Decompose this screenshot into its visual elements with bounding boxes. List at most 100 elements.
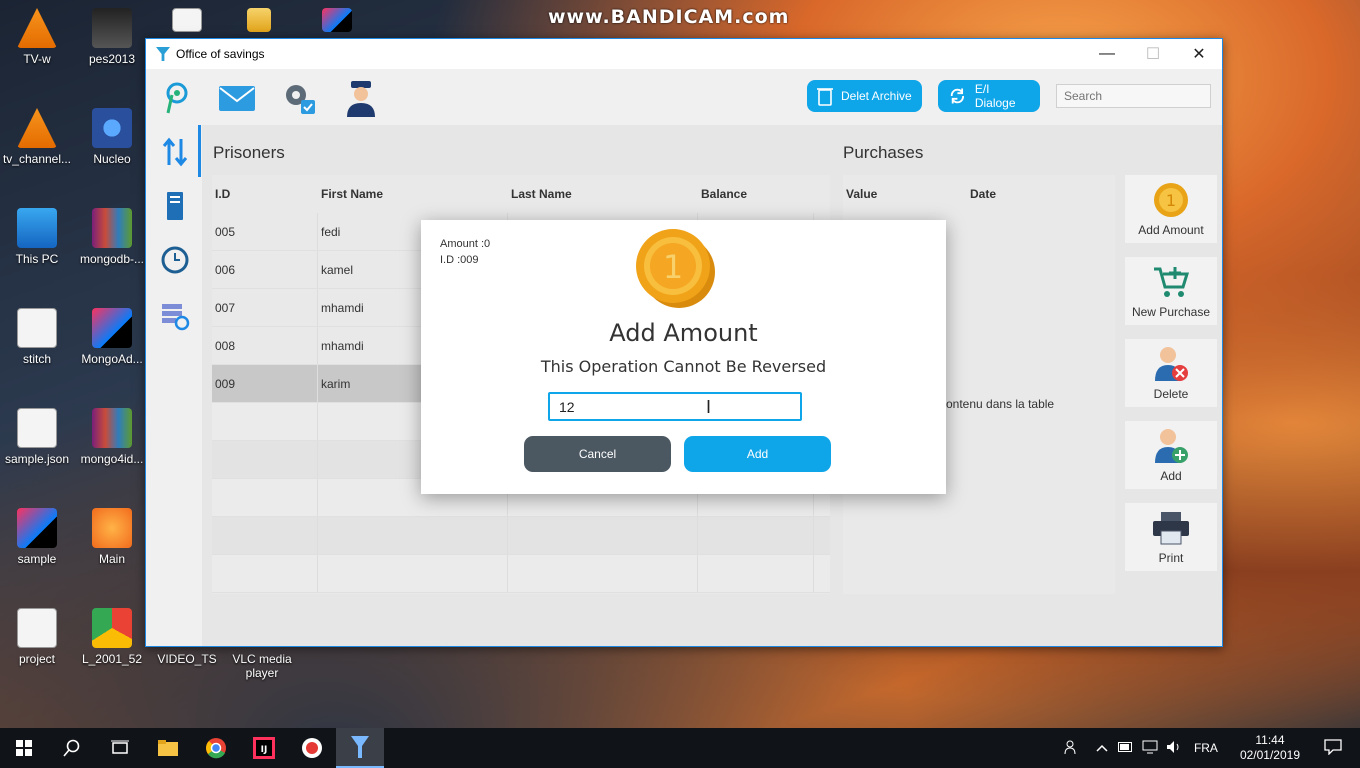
search-taskbar-button[interactable] <box>48 728 96 768</box>
column-header-first-name[interactable]: First Name <box>318 175 508 213</box>
chevron-up-icon[interactable] <box>1090 741 1114 755</box>
office-of-savings-taskbar[interactable] <box>336 728 384 768</box>
file-explorer-taskbar[interactable] <box>144 728 192 768</box>
amount-info: Amount :0 <box>440 238 491 250</box>
desktop-icon-mongoad[interactable]: MongoAd... <box>75 308 149 366</box>
column-header-balance[interactable]: Balance <box>698 175 814 213</box>
coin-digit: 1 <box>663 248 683 286</box>
cancel-button[interactable]: Cancel <box>524 436 671 472</box>
desktop-icon-label: Main <box>98 552 125 566</box>
winrar-icon <box>92 408 132 448</box>
add-amount-button[interactable]: 1 Add Amount <box>1125 175 1217 243</box>
desktop-icon-label: pes2013 <box>88 52 136 66</box>
network-icon[interactable] <box>1138 740 1162 757</box>
chrome-icon <box>92 608 132 648</box>
bandicam-taskbar[interactable] <box>288 728 336 768</box>
vlc-icon <box>17 108 57 148</box>
table-header: I.D First Name Last Name Balance <box>212 175 830 213</box>
desktop-icon-mongo4id[interactable]: mongo4id... <box>75 408 149 466</box>
id-info: I.D :009 <box>440 254 479 266</box>
start-button[interactable] <box>0 728 48 768</box>
svg-text:1: 1 <box>1166 191 1176 210</box>
desktop-icon-label: sample.json <box>4 452 70 466</box>
purchases-title: Purchases <box>843 143 924 162</box>
column-header-id[interactable]: I.D <box>212 175 318 213</box>
delete-archive-button[interactable]: Delet Archive <box>807 80 922 112</box>
column-header-value[interactable]: Value <box>843 187 967 201</box>
desktop-icon-stitch[interactable]: stitch <box>0 308 74 366</box>
settings-gear-icon[interactable] <box>280 79 318 117</box>
text-cursor-icon: I <box>706 397 712 417</box>
print-button[interactable]: Print <box>1125 503 1217 571</box>
desktop-icon-label: L_2001_52 <box>81 652 143 666</box>
history-clock-icon[interactable] <box>160 245 190 275</box>
print-label: Print <box>1158 551 1184 565</box>
add-submit-button[interactable]: Add <box>684 436 831 472</box>
folder-icon <box>158 740 178 756</box>
desktop-icon-label: TV-w <box>23 52 51 66</box>
ei-dialoge-label: E/I Dialoge <box>974 82 1016 110</box>
desktop-icon-label: tv_channel... <box>2 152 72 166</box>
desktop-icon-sample-json[interactable]: sample.json <box>0 408 74 466</box>
column-header-last-name[interactable]: Last Name <box>508 175 698 213</box>
desktop-icon-folder[interactable] <box>222 8 296 36</box>
task-view-button[interactable] <box>96 728 144 768</box>
desktop-icon-label: stitch <box>22 352 51 366</box>
close-button[interactable]: ✕ <box>1176 39 1222 69</box>
add-button[interactable]: Add <box>1125 421 1217 489</box>
clock[interactable]: 11:44 02/01/2019 <box>1226 733 1312 763</box>
desktop-icon-project[interactable]: project <box>0 608 74 666</box>
app-brand-icon[interactable] <box>158 79 196 117</box>
database-icon[interactable] <box>160 191 190 221</box>
desktop-icon-tv-channel[interactable]: tv_channel... <box>0 108 74 166</box>
new-purchase-button[interactable]: New Purchase <box>1125 257 1217 325</box>
desktop-icon-tv-w[interactable]: TV-w <box>0 8 74 66</box>
desktop-icon-video-ts[interactable]: VIDEO_TS <box>150 652 224 666</box>
desktop-icon-nucleo[interactable]: Nucleo <box>75 108 149 166</box>
desktop-icon-intellij[interactable] <box>300 8 374 36</box>
pes-icon <box>92 8 132 48</box>
desktop-icon-l2001[interactable]: L_2001_52 <box>75 608 149 666</box>
mail-icon[interactable] <box>218 79 256 117</box>
folder-icon <box>247 8 271 32</box>
desktop-icon-sample[interactable]: sample <box>0 508 74 566</box>
maximize-button[interactable]: ☐ <box>1130 39 1176 69</box>
column-header-date[interactable]: Date <box>967 187 1107 201</box>
battery-icon[interactable] <box>1114 741 1138 755</box>
desktop-icon-pes2013[interactable]: pes2013 <box>75 8 149 66</box>
desktop-icon-vlc-media-player[interactable]: VLC media player <box>225 652 299 680</box>
add-amount-dialog: Amount :0 I.D :009 1 Add Amount This Ope… <box>421 220 946 494</box>
people-icon[interactable] <box>1054 739 1090 758</box>
amount-input[interactable] <box>548 392 802 421</box>
trash-icon <box>817 88 833 106</box>
title-bar: Office of savings — ☐ ✕ <box>146 39 1222 69</box>
file-icon <box>17 608 57 648</box>
desktop-icon-label: Nucleo <box>93 152 131 166</box>
chrome-taskbar[interactable] <box>192 728 240 768</box>
delete-button[interactable]: Delete <box>1125 339 1217 407</box>
ei-dialoge-button[interactable]: E/I Dialoge <box>938 80 1040 112</box>
database-restore-icon[interactable] <box>160 301 190 331</box>
winrar-icon <box>92 208 132 248</box>
notifications-icon[interactable] <box>1312 738 1360 758</box>
intellij-taskbar[interactable]: IJ <box>240 728 288 768</box>
desktop-icon-label: sample <box>17 552 57 566</box>
cell-id: 008 <box>212 327 318 364</box>
desktop-icon-mongodb[interactable]: mongodb-... <box>75 208 149 266</box>
desktop-icon-label: This PC <box>15 252 59 266</box>
desktop-icon-this-pc[interactable]: This PC <box>0 208 74 266</box>
desktop-icon-main[interactable]: Main <box>75 508 149 566</box>
printer-icon <box>1152 509 1190 547</box>
transfer-arrows-icon[interactable] <box>160 137 190 167</box>
desktop-icon-document[interactable] <box>150 8 224 36</box>
intellij-icon <box>92 308 132 348</box>
volume-icon[interactable] <box>1162 740 1186 757</box>
search-input[interactable] <box>1056 84 1211 108</box>
taskbar: IJ FRA 11:44 02/01/2019 <box>0 728 1360 768</box>
window-title: Office of savings <box>176 47 265 61</box>
sidebar-active-indicator <box>198 125 201 177</box>
language-indicator[interactable]: FRA <box>1186 741 1226 755</box>
minimize-button[interactable]: — <box>1084 39 1130 69</box>
officer-icon[interactable] <box>342 79 380 117</box>
user-delete-icon <box>1152 345 1190 383</box>
